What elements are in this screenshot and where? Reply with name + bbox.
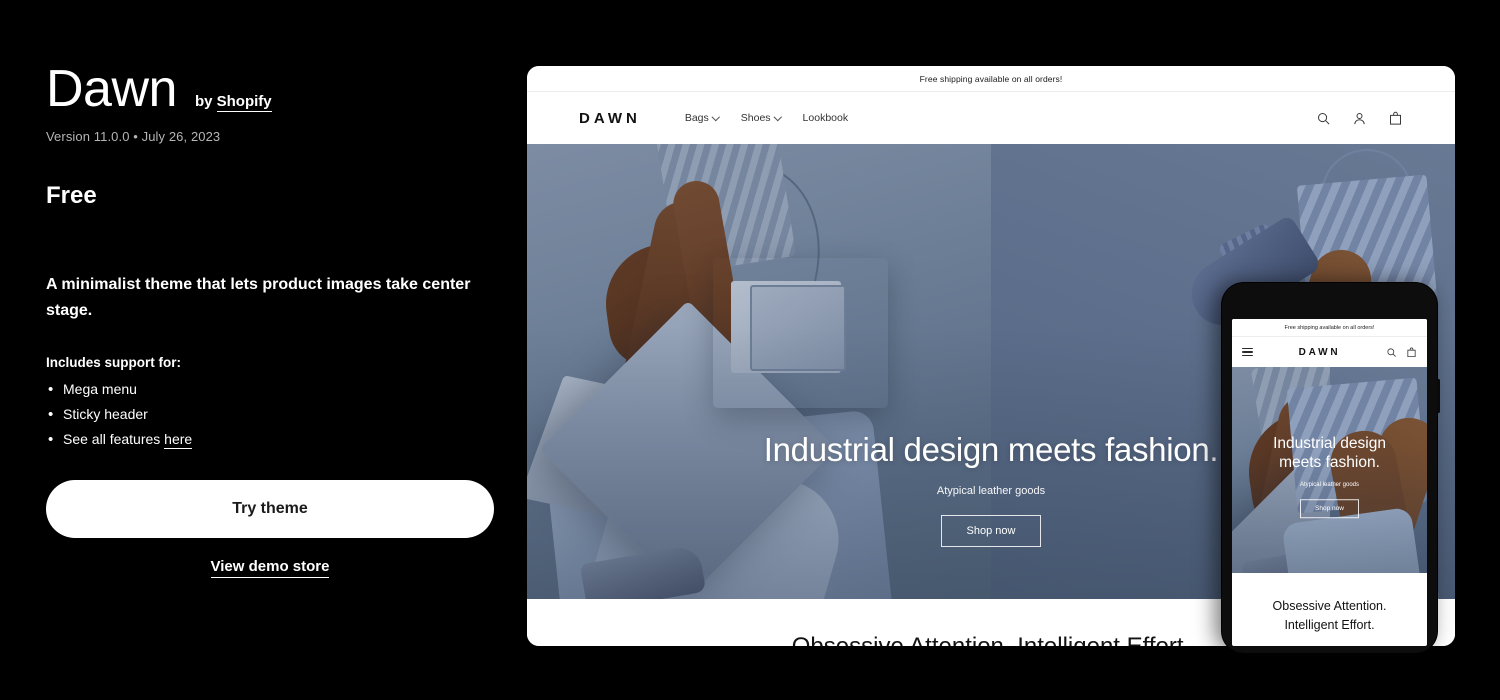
theme-byline: by Shopify <box>194 93 272 112</box>
preview-header-icons <box>1316 111 1403 126</box>
chevron-down-icon <box>713 115 719 121</box>
search-icon[interactable] <box>1386 347 1397 358</box>
feature-label: Mega menu <box>63 381 137 398</box>
feature-label: Sticky header <box>63 406 148 423</box>
list-item: Sticky header <box>46 403 516 426</box>
mobile-below-fold-line2: Intelligent Effort. <box>1284 618 1375 633</box>
shop-now-button[interactable]: Shop now <box>940 515 1042 547</box>
feature-label: See all features <box>63 430 165 447</box>
nav-label: Bags <box>684 112 709 124</box>
theme-price: Free <box>46 181 97 209</box>
feature-list: Mega menu Sticky header See all features… <box>46 378 516 451</box>
announcement-bar: Free shipping available on all orders! <box>527 66 1455 92</box>
mobile-announcement-bar: Free shipping available on all orders! <box>1232 319 1427 337</box>
view-demo-store-link[interactable]: View demo store <box>210 558 330 579</box>
title-row: Dawn by Shopify <box>46 62 516 117</box>
brand-wordmark[interactable]: DAWN <box>579 110 641 127</box>
phone-side-button <box>1436 379 1440 413</box>
list-item: See all features here <box>46 428 516 451</box>
theme-info-panel: Dawn by Shopify Version 11.0.0 • July 26… <box>46 62 516 579</box>
list-item: Mega menu <box>46 378 516 401</box>
announcement-text: Free shipping available on all orders! <box>919 73 1063 84</box>
includes-support-label: Includes support for: <box>46 355 181 371</box>
mobile-preview-screen: Free shipping available on all orders! D… <box>1232 319 1427 646</box>
below-fold-heading: Obsessive Attention. Intelligent Effort. <box>792 632 1190 646</box>
preview-site-header: DAWN Bags Shoes Lookbook <box>527 92 1455 144</box>
vendor-link[interactable]: Shopify <box>216 93 272 112</box>
mobile-header-icons <box>1386 347 1417 358</box>
mobile-hero-subtitle: Atypical leather goods <box>1299 482 1360 489</box>
nav-item-shoes[interactable]: Shoes <box>741 112 781 124</box>
nav-label: Shoes <box>740 112 771 124</box>
mobile-site-header: DAWN <box>1232 337 1427 367</box>
page-title: Dawn <box>46 60 177 118</box>
mobile-below-fold-line1: Obsessive Attention. <box>1272 599 1387 613</box>
menu-icon[interactable] <box>1242 347 1253 357</box>
chevron-down-icon <box>775 115 781 121</box>
mobile-shop-now-button[interactable]: Shop now <box>1300 499 1359 519</box>
mobile-preview-hero: Industrial design meets fashion. Atypica… <box>1232 367 1427 573</box>
version-and-date: Version 11.0.0 • July 26, 2023 <box>46 128 221 144</box>
cart-icon[interactable] <box>1406 347 1417 358</box>
mobile-below-fold-section: Obsessive Attention. Intelligent Effort. <box>1232 573 1427 636</box>
mobile-preview-frame[interactable]: Free shipping available on all orders! D… <box>1222 283 1440 653</box>
search-icon[interactable] <box>1316 111 1331 126</box>
cart-icon[interactable] <box>1388 111 1403 126</box>
nav-label: Lookbook <box>802 112 849 124</box>
mobile-brand-wordmark[interactable]: DAWN <box>1253 347 1386 358</box>
mobile-hero-title-line2: meets fashion. <box>1279 454 1380 472</box>
theme-description: A minimalist theme that lets product ima… <box>46 275 471 319</box>
try-theme-button[interactable]: Try theme <box>46 480 494 539</box>
account-icon[interactable] <box>1352 111 1367 126</box>
mobile-hero-copy: Industrial design meets fashion. Atypica… <box>1232 435 1427 519</box>
demo-link-wrap: View demo store <box>46 558 494 579</box>
all-features-link[interactable]: here <box>164 430 193 449</box>
nav-item-lookbook[interactable]: Lookbook <box>803 112 849 124</box>
mobile-announcement-text: Free shipping available on all orders! <box>1284 324 1375 331</box>
theme-detail-page: Dawn by Shopify Version 11.0.0 • July 26… <box>0 0 1500 700</box>
mobile-hero-title-line1: Industrial design <box>1273 435 1386 453</box>
nav-item-bags[interactable]: Bags <box>685 112 719 124</box>
byline-prefix: by <box>194 93 213 110</box>
preview-nav: Bags Shoes Lookbook <box>685 112 848 124</box>
